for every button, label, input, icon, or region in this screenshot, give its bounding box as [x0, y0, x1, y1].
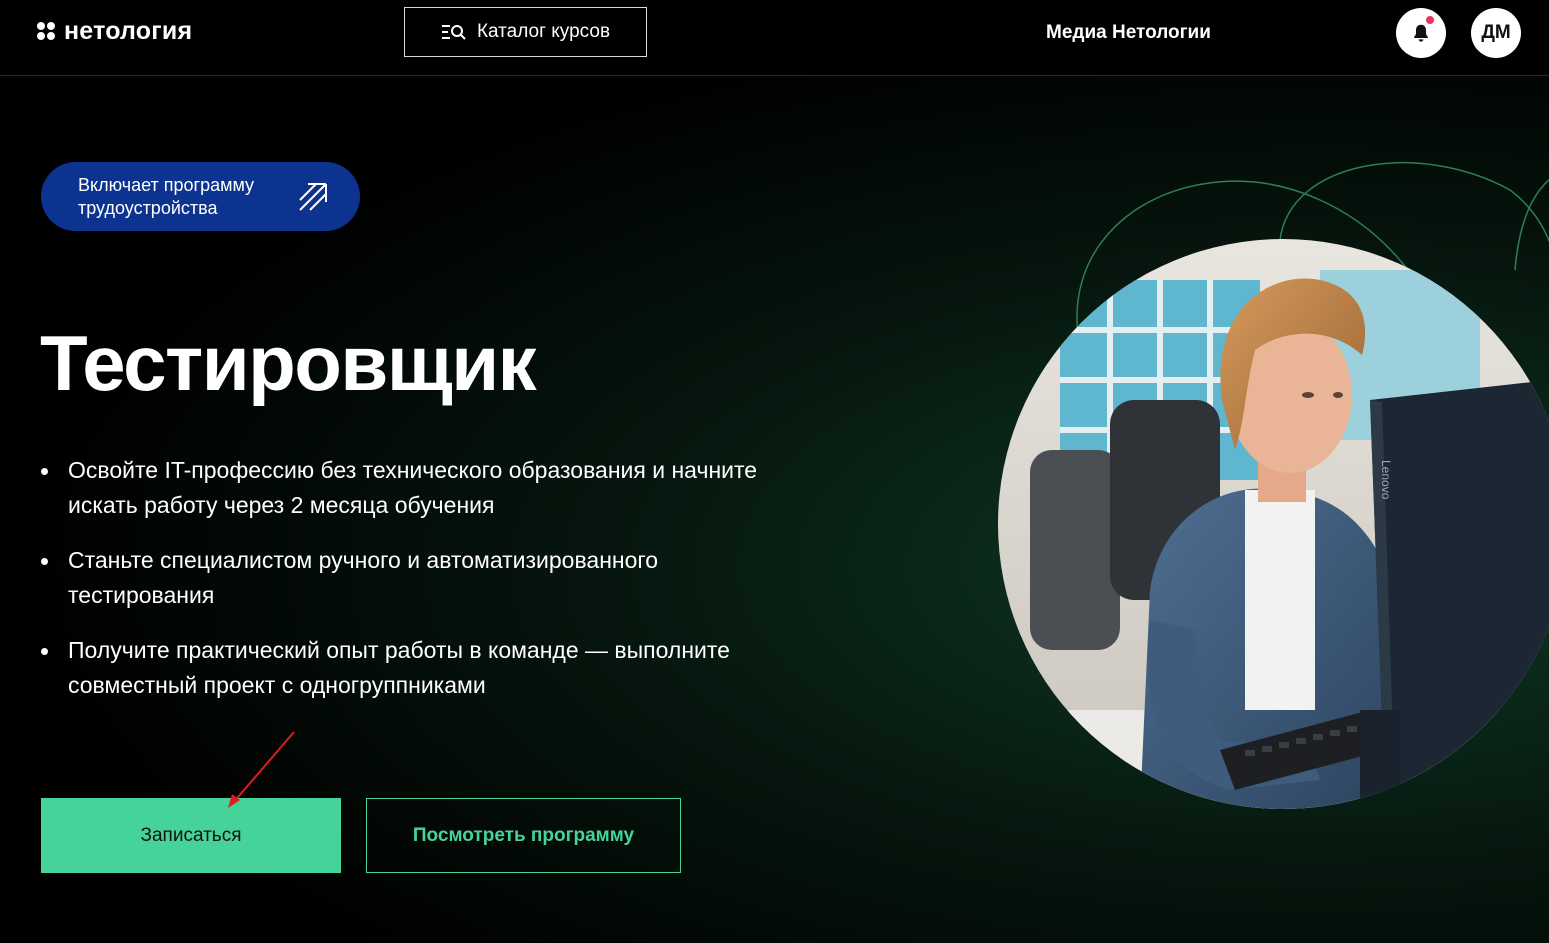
- benefit-item: Освойте IT-профессию без технического об…: [40, 453, 780, 523]
- menu-search-icon: [441, 25, 466, 40]
- page: нетология Каталог курсов Медиа Нетологии…: [0, 0, 1549, 943]
- employment-program-badge[interactable]: Включает программу трудоустройства: [41, 162, 360, 231]
- benefit-item: Получите практический опыт работы в кома…: [40, 633, 780, 703]
- logo-text: нетология: [64, 17, 193, 45]
- avatar[interactable]: ДМ: [1471, 8, 1521, 58]
- monitor-brand-label: Lenovo: [1379, 460, 1393, 500]
- benefits-list: Освойте IT-профессию без технического об…: [40, 453, 780, 723]
- badge-text: Включает программу трудоустройства: [78, 175, 255, 218]
- catalog-label: Каталог курсов: [476, 21, 611, 42]
- bullet-icon: [41, 558, 48, 565]
- bullet-icon: [41, 648, 48, 655]
- catalog-button[interactable]: Каталог курсов: [404, 7, 647, 57]
- site-header: нетология Каталог курсов Медиа Нетологии…: [0, 0, 1549, 76]
- view-program-button[interactable]: Посмотреть программу: [366, 798, 681, 873]
- benefit-text: Получите практический опыт работы в кома…: [68, 637, 730, 698]
- logo[interactable]: нетология: [36, 18, 192, 44]
- bullet-icon: [41, 468, 48, 475]
- notifications-button[interactable]: [1396, 8, 1446, 58]
- arrow-up-right-icon: [299, 183, 327, 211]
- media-link[interactable]: Медиа Нетологии: [1046, 21, 1211, 45]
- hero-illustration: Lenovo: [998, 162, 1549, 809]
- benefit-item: Станьте специалистом ручного и автоматиз…: [40, 543, 780, 613]
- signup-button[interactable]: Записаться: [41, 798, 341, 873]
- benefit-text: Освойте IT-профессию без технического об…: [68, 457, 758, 518]
- bell-icon: [1414, 24, 1428, 42]
- benefit-text: Станьте специалистом ручного и автоматиз…: [68, 547, 659, 608]
- page-title: Тестировщик: [40, 319, 537, 407]
- netology-logo-icon: [37, 22, 55, 40]
- notification-dot: [1426, 16, 1434, 24]
